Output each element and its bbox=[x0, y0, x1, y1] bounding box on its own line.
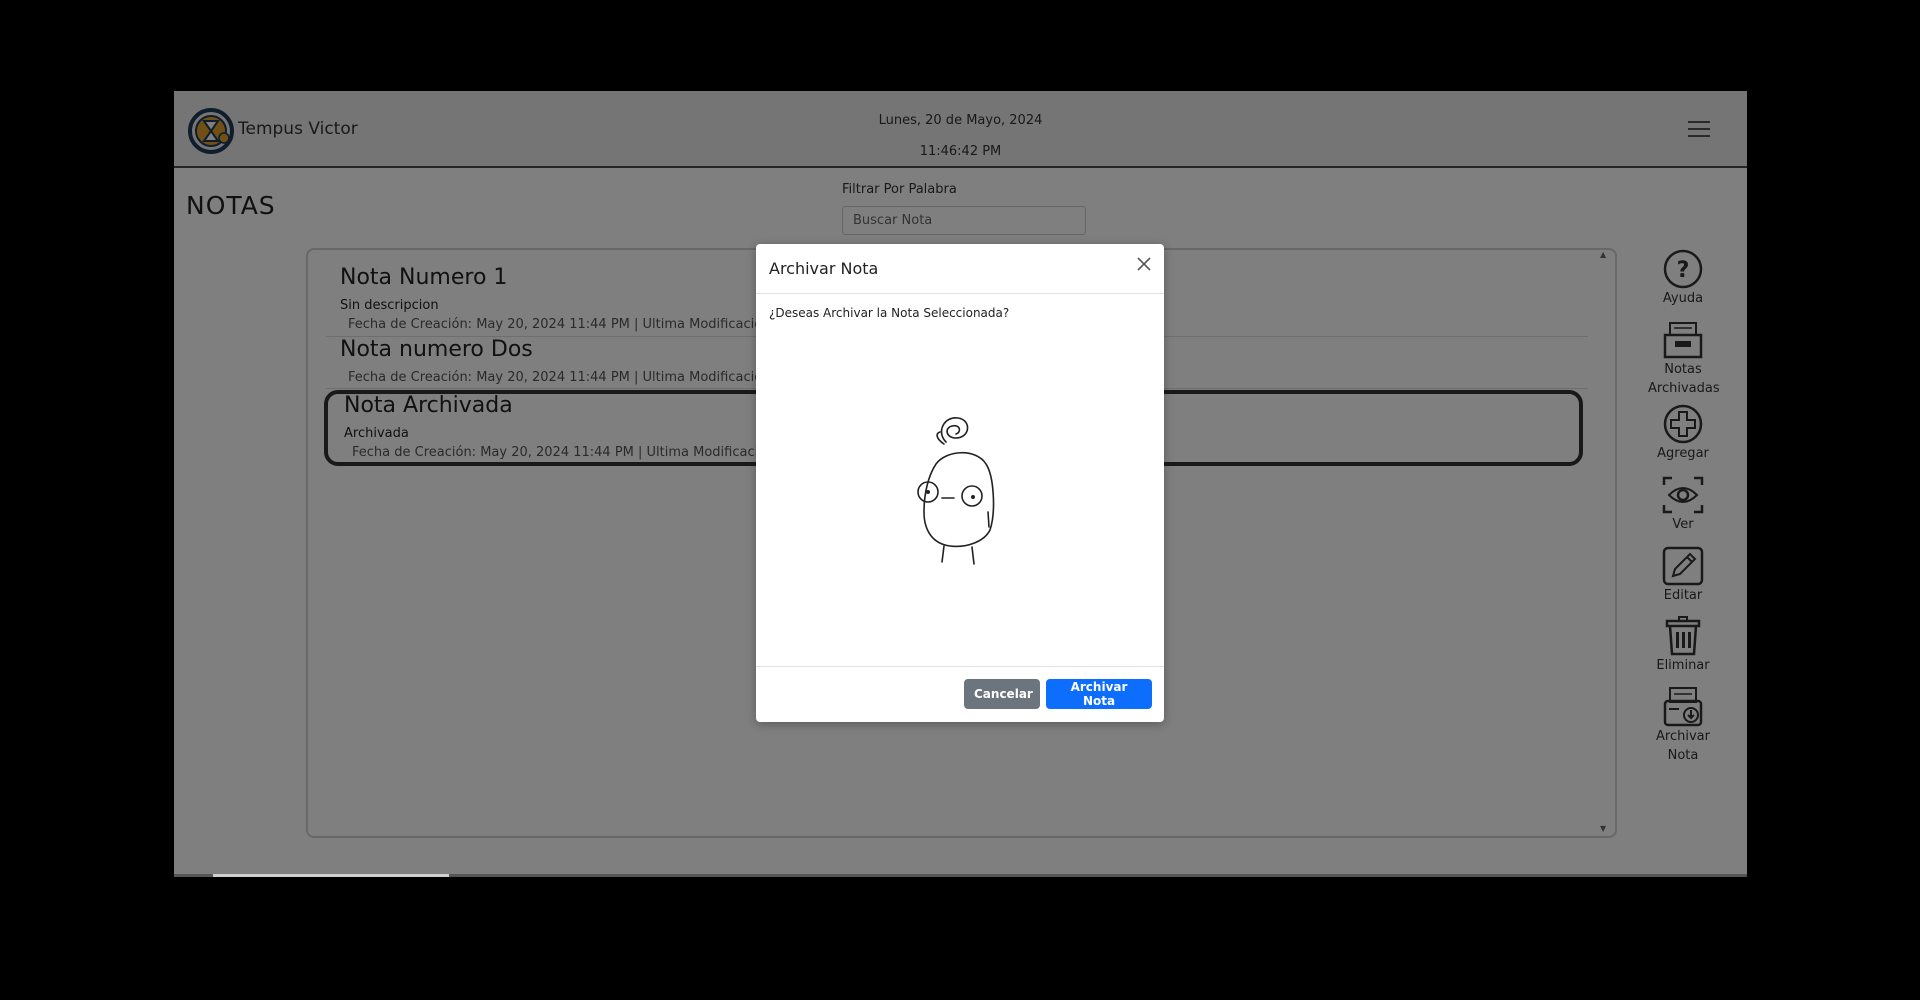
dialog-question: ¿Deseas Archivar la Nota Seleccionada? bbox=[769, 306, 1010, 320]
confirm-archive-button[interactable]: Archivar Nota bbox=[1046, 679, 1152, 709]
dialog-title: Archivar Nota bbox=[769, 259, 879, 278]
bottom-scrollbar-thumb[interactable] bbox=[213, 874, 449, 877]
close-icon[interactable] bbox=[1134, 254, 1154, 274]
dialog-header: Archivar Nota bbox=[756, 244, 1164, 294]
doodle-illustration bbox=[917, 417, 995, 565]
cancel-button[interactable]: Cancelar bbox=[964, 679, 1040, 709]
archive-note-dialog: Archivar Nota ¿Deseas Archivar la Nota S… bbox=[756, 244, 1164, 722]
